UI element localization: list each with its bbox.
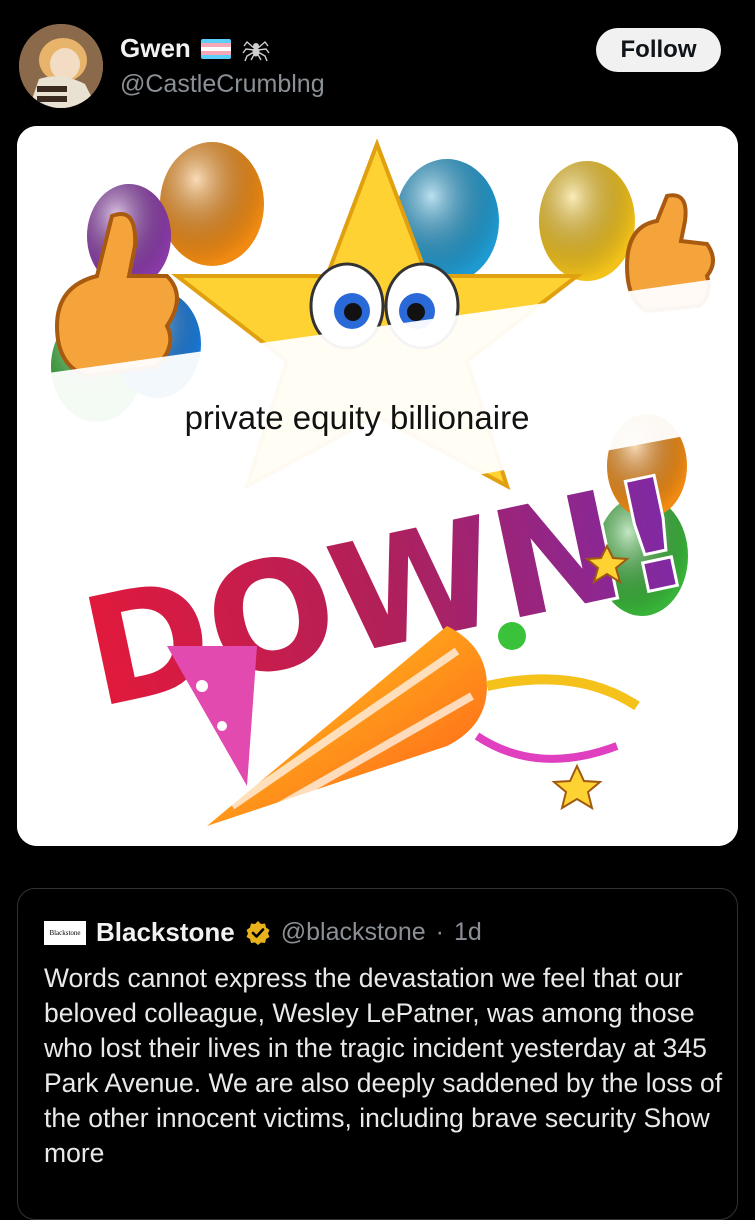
- author-name-row: Gwen: [120, 33, 271, 64]
- post-header: Gwen @CastleCrumblng Follow: [0, 0, 755, 120]
- author-handle[interactable]: @CastleCrumblng: [120, 70, 325, 99]
- follow-button[interactable]: Follow: [596, 28, 721, 72]
- spider-icon: [242, 40, 270, 61]
- quoted-post-text: Words cannot express the devastation we …: [44, 961, 724, 1171]
- quoted-post[interactable]: Blackstone Blackstone @blackstone · 1d W…: [17, 888, 738, 1220]
- quoted-author-handle[interactable]: @blackstone: [281, 918, 426, 947]
- quoted-post-body: Words cannot express the devastation we …: [44, 963, 723, 1133]
- avatar-image: [19, 24, 103, 108]
- overlay-caption: private equity billionaire: [184, 399, 530, 436]
- dot-separator: ·: [435, 918, 444, 946]
- post-image[interactable]: DOWN! private equity billionaire: [17, 126, 738, 846]
- gold-verified-badge-icon: [246, 920, 270, 945]
- blackstone-logo[interactable]: Blackstone: [44, 920, 86, 945]
- confetti-dot: [498, 622, 526, 650]
- balloon-yellow: [539, 161, 635, 281]
- post-timestamp[interactable]: 1d: [454, 918, 482, 947]
- transgender-flag-icon: [200, 38, 231, 59]
- author-display-name[interactable]: Gwen: [120, 33, 191, 64]
- avatar[interactable]: [19, 24, 103, 108]
- quoted-author-name[interactable]: Blackstone: [96, 917, 235, 948]
- quoted-post-header: Blackstone Blackstone @blackstone · 1d: [44, 917, 482, 948]
- balloon-orange: [160, 142, 264, 266]
- celebration-meme-image: DOWN!: [17, 126, 738, 846]
